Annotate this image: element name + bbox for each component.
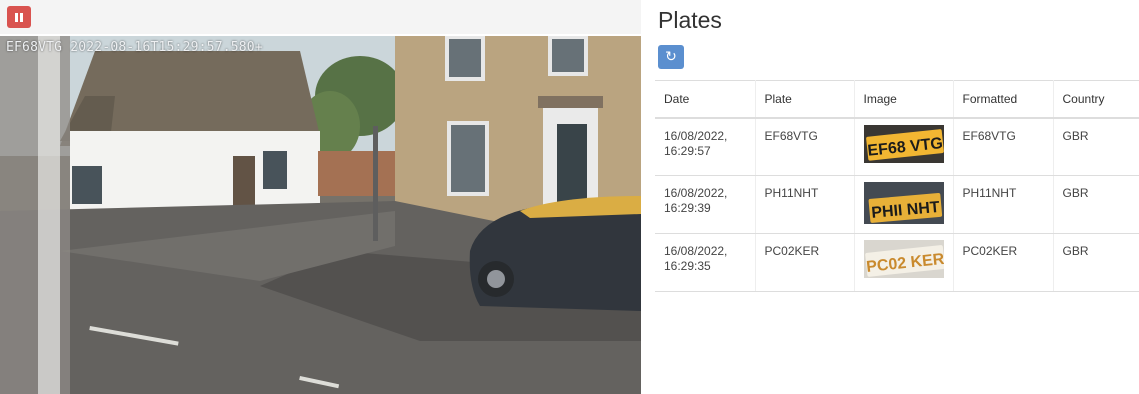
date-line: 16/08/2022, [664,128,728,143]
image-cell: EF68 VTG [854,117,954,176]
refresh-button[interactable]: ↻ [658,45,684,69]
column-header-country: Country [1053,80,1139,119]
column-header-formatted: Formatted [953,80,1054,119]
column-header-image: Image [854,80,954,119]
table-row[interactable]: 16/08/2022, 16:29:57 EF68VTG EF68 VTG EF… [655,117,1139,176]
formatted-cell: PH11NHT [953,175,1054,234]
page-title: Plates [658,7,722,33]
camera-panel: EF68VTG 2022-08-16T15:29:57.580+ [0,0,641,394]
time-line: 16:29:35 [664,259,711,273]
formatted-cell: EF68VTG [953,117,1054,176]
time-line: 16:29:57 [664,143,711,158]
plates-table: Date Plate Image Formatted Country 16/08… [655,80,1139,292]
camera-toolbar [0,0,641,34]
table-header-row: Date Plate Image Formatted Country [655,80,1139,119]
plate-cell: PH11NHT [755,175,855,234]
plate-cell: EF68VTG [755,117,855,176]
plate-cell: PC02KER [755,233,855,292]
date-line: 16/08/2022, [664,244,728,258]
pause-button[interactable] [7,6,31,28]
camera-timestamp-overlay: EF68VTG 2022-08-16T15:29:57.580+ [6,40,263,55]
refresh-icon: ↻ [665,49,677,65]
table-row[interactable]: 16/08/2022, 16:29:35 PC02KER PC02 KER PC… [655,233,1139,292]
plate-image: EF68 VTG [863,124,944,163]
camera-feed: EF68VTG 2022-08-16T15:29:57.580+ [0,36,641,394]
country-cell: GBR [1053,175,1139,234]
time-line: 16:29:39 [664,201,711,215]
camera-scene-image [0,36,641,394]
date-cell: 16/08/2022, 16:29:57 [655,117,756,176]
date-cell: 16/08/2022, 16:29:35 [655,233,756,292]
plate-image: PC02 KER [863,240,944,278]
plate-image: PHII NHT [863,182,944,224]
country-cell: GBR [1053,117,1139,176]
formatted-cell: PC02KER [953,233,1054,292]
pause-icon [14,12,24,22]
image-cell: PHII NHT [854,175,954,234]
date-line: 16/08/2022, [664,186,728,200]
plates-panel: Plates ↻ Date Plate Image Formatted Coun… [655,0,1139,394]
country-cell: GBR [1053,233,1139,292]
column-header-plate: Plate [755,80,855,119]
column-header-date: Date [655,80,756,119]
date-cell: 16/08/2022, 16:29:39 [655,175,756,234]
table-row[interactable]: 16/08/2022, 16:29:39 PH11NHT PHII NHT PH… [655,175,1139,234]
image-cell: PC02 KER [854,233,954,292]
